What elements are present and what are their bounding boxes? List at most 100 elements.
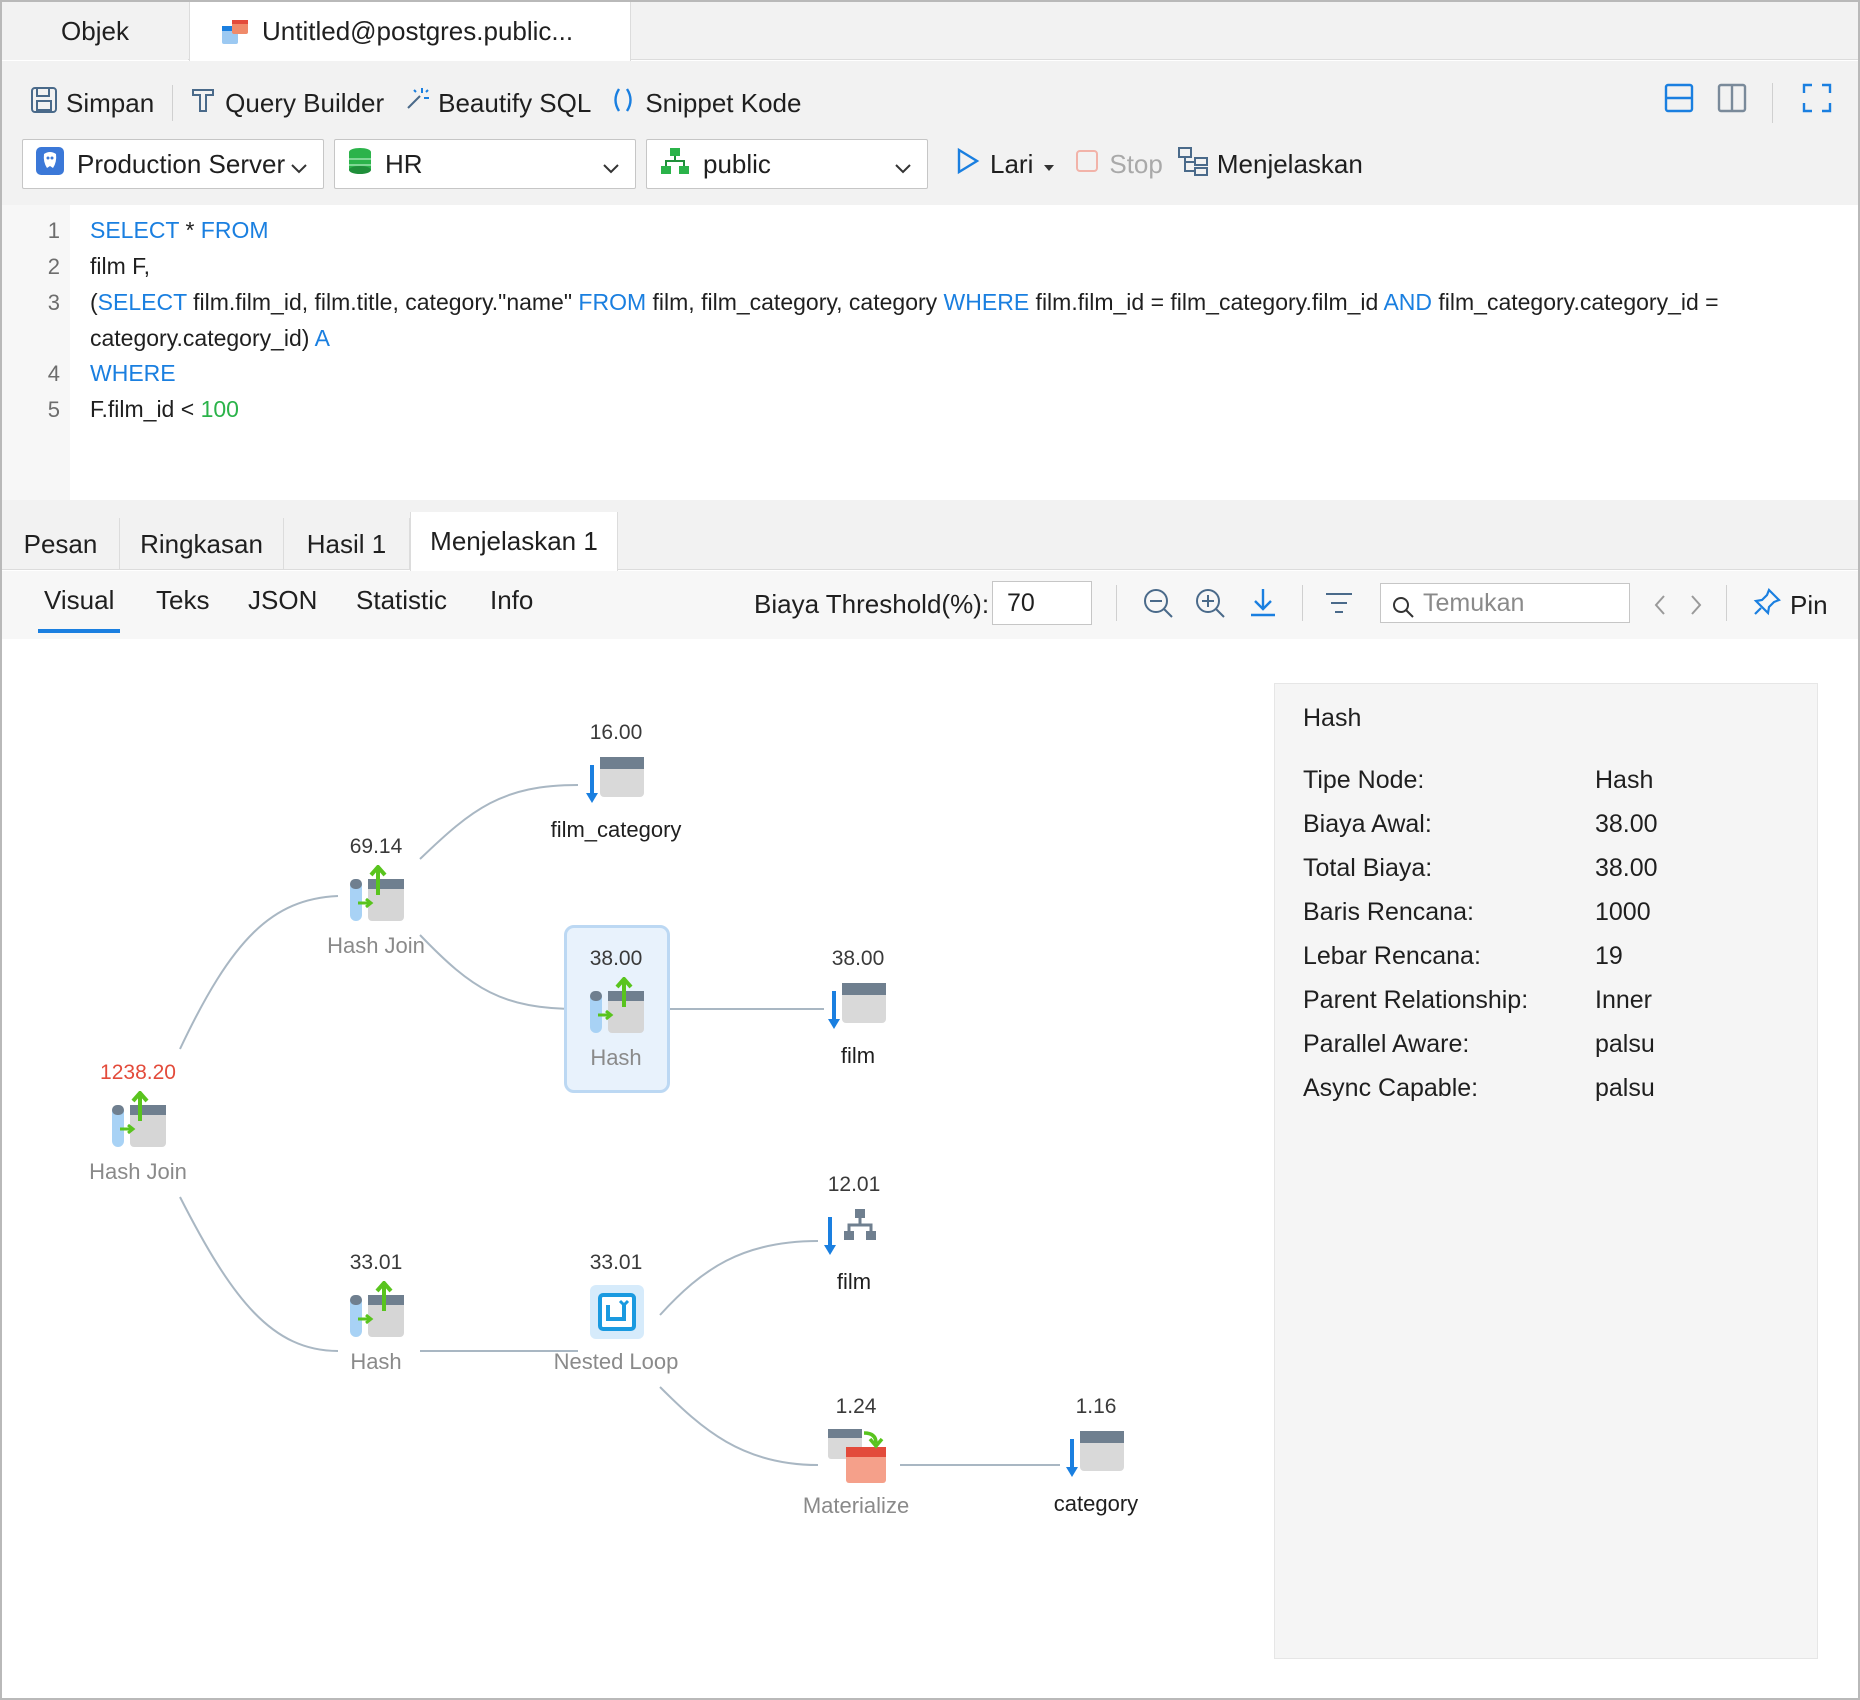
active-tab-underline [38, 629, 121, 633]
save-button[interactable]: Simpan [30, 86, 154, 121]
seq-scan-icon [828, 983, 886, 1029]
line-number: 1 [47, 218, 60, 243]
download-icon[interactable] [1248, 587, 1278, 624]
pin-button[interactable]: Pin [1752, 587, 1828, 624]
sql-keyword: WHERE [90, 360, 176, 386]
code-line: (SELECT film.film_id, film.title, catego… [90, 289, 1719, 316]
node-cost: 38.00 [589, 947, 643, 970]
plan-node-hash-join[interactable]: 69.14 Hash Join [286, 835, 466, 959]
plan-node-hash[interactable]: 33.01 Hash [286, 1251, 466, 1375]
layout-vertical-button[interactable] [1717, 83, 1747, 123]
node-cost: 33.01 [589, 1251, 643, 1274]
subtab-info[interactable]: Info [490, 585, 533, 616]
subtab-statistic[interactable]: Statistic [356, 585, 447, 616]
hash-join-icon [112, 1091, 166, 1147]
database-value: HR [385, 148, 423, 179]
sql-text: ( [90, 289, 98, 315]
query-toolbar: Simpan Query Builder Beautify SQL Snippe [2, 61, 1858, 205]
node-label: film [840, 1043, 876, 1068]
line-number: 4 [47, 361, 60, 386]
query-builder-button[interactable]: Query Builder [189, 86, 384, 121]
find-input[interactable]: Temukan [1380, 583, 1630, 623]
plan-node-category[interactable]: 1.16 category [1006, 1395, 1186, 1517]
zoom-in-icon[interactable] [1194, 587, 1226, 624]
toolbar-divider [1772, 83, 1773, 123]
tab-explain-1[interactable]: Menjelaskan 1 [410, 512, 618, 571]
connection-select[interactable]: Production Server [22, 139, 324, 189]
explain-button[interactable]: Menjelaskan [1177, 146, 1363, 183]
code-line: film F, [90, 253, 150, 280]
plan-node-hash-selected[interactable]: 38.00 Hash [526, 947, 706, 1071]
next-match-icon[interactable] [1688, 593, 1704, 622]
node-label: Materialize [802, 1493, 910, 1518]
subtab-label: Teks [156, 585, 210, 615]
beautify-sql-button[interactable]: Beautify SQL [402, 86, 591, 121]
plan-node-film-index-scan[interactable]: 12.01 film [764, 1173, 944, 1295]
node-label: Hash Join [89, 1159, 187, 1184]
plan-node-film-scan[interactable]: 38.00 film [768, 947, 948, 1069]
chevron-down-icon [601, 154, 621, 185]
explain-view-bar: Visual Teks JSON Statistic Info Biaya Th… [2, 571, 1858, 639]
node-label: Nested Loop [553, 1349, 679, 1374]
node-cost: 1.16 [1075, 1395, 1117, 1418]
stop-button[interactable]: Stop [1075, 149, 1163, 180]
sql-text: category.category_id) [90, 325, 315, 351]
line-number: 3 [47, 290, 60, 315]
node-cost: 38.00 [831, 947, 885, 970]
node-cost: 69.14 [349, 835, 403, 858]
node-label: Hash Join [327, 933, 425, 958]
sql-keyword: AND [1383, 289, 1432, 315]
sql-keyword: SELECT [90, 217, 180, 243]
plan-node-materialize[interactable]: 1.24 Materialize [766, 1395, 946, 1519]
schema-select[interactable]: public [646, 139, 928, 189]
tab-query[interactable]: Untitled@postgres.public... [189, 2, 631, 61]
node-cost: 16.00 [589, 721, 643, 744]
code-line: category.category_id) A [90, 325, 330, 352]
layout-horizontal-button[interactable] [1664, 83, 1694, 123]
caret-down-icon[interactable] [1043, 149, 1055, 180]
fullscreen-button[interactable] [1802, 83, 1832, 123]
tab-messages[interactable]: Pesan [2, 518, 120, 570]
plan-node-film-category[interactable]: 16.00 film_category [526, 721, 706, 843]
tab-summary[interactable]: Ringkasan [120, 518, 284, 570]
query-builder-icon [189, 86, 217, 121]
database-select[interactable]: HR [334, 139, 636, 189]
sql-keyword: WHERE [943, 289, 1030, 315]
sql-text: film, film_category, category [646, 289, 944, 315]
sql-text: film.film_id, film.title, category."name… [186, 289, 579, 315]
plan-node-nested-loop[interactable]: 33.01 Nested Loop [526, 1251, 706, 1375]
run-button[interactable]: Lari [956, 147, 1055, 182]
plan-node-hash-join-root[interactable]: 1238.20 Hash Join [48, 1061, 228, 1185]
app-window: Objek Untitled@postgres.public... Simpan [0, 0, 1860, 1700]
subtab-text[interactable]: Teks [156, 585, 209, 616]
code-snippet-button[interactable]: Snippet Kode [609, 86, 801, 121]
subtab-json[interactable]: JSON [248, 585, 317, 616]
stop-icon [1075, 149, 1099, 180]
cost-threshold-label: Biaya Threshold(%): [754, 589, 990, 619]
cost-threshold-input[interactable]: 70 [992, 581, 1092, 625]
query-file-icon [220, 18, 250, 46]
database-icon [347, 146, 373, 183]
tab-result-1[interactable]: Hasil 1 [284, 518, 410, 570]
node-cost: 33.01 [349, 1251, 403, 1274]
tab-label: Menjelaskan 1 [430, 526, 598, 556]
sql-editor[interactable]: 1 2 3 4 5 SELECT * FROM film F, (SELECT … [2, 205, 1858, 500]
beautify-sql-label: Beautify SQL [438, 87, 592, 118]
code-snippet-label: Snippet Kode [645, 87, 802, 118]
details-key: Baris Rencana: [1303, 898, 1474, 926]
subtab-label: Statistic [356, 585, 448, 615]
sql-text: film.film_id = film_category.film_id [1029, 289, 1384, 315]
previous-match-icon[interactable] [1652, 593, 1668, 622]
explain-plan-canvas[interactable]: 1238.20 Hash Join 69.14 Hash Join 16.00 … [2, 639, 1858, 1698]
sql-text: * [179, 217, 201, 243]
zoom-out-icon[interactable] [1142, 587, 1174, 624]
node-label: film_category [550, 817, 682, 842]
details-value: 19 [1595, 942, 1623, 970]
schema-value: public [703, 148, 771, 179]
details-key: Tipe Node: [1303, 766, 1425, 794]
tab-label: Ringkasan [140, 528, 263, 559]
filter-icon[interactable] [1324, 591, 1354, 620]
search-icon [1391, 592, 1415, 630]
subtab-visual[interactable]: Visual [38, 585, 121, 633]
tab-objects[interactable]: Objek [2, 2, 188, 60]
